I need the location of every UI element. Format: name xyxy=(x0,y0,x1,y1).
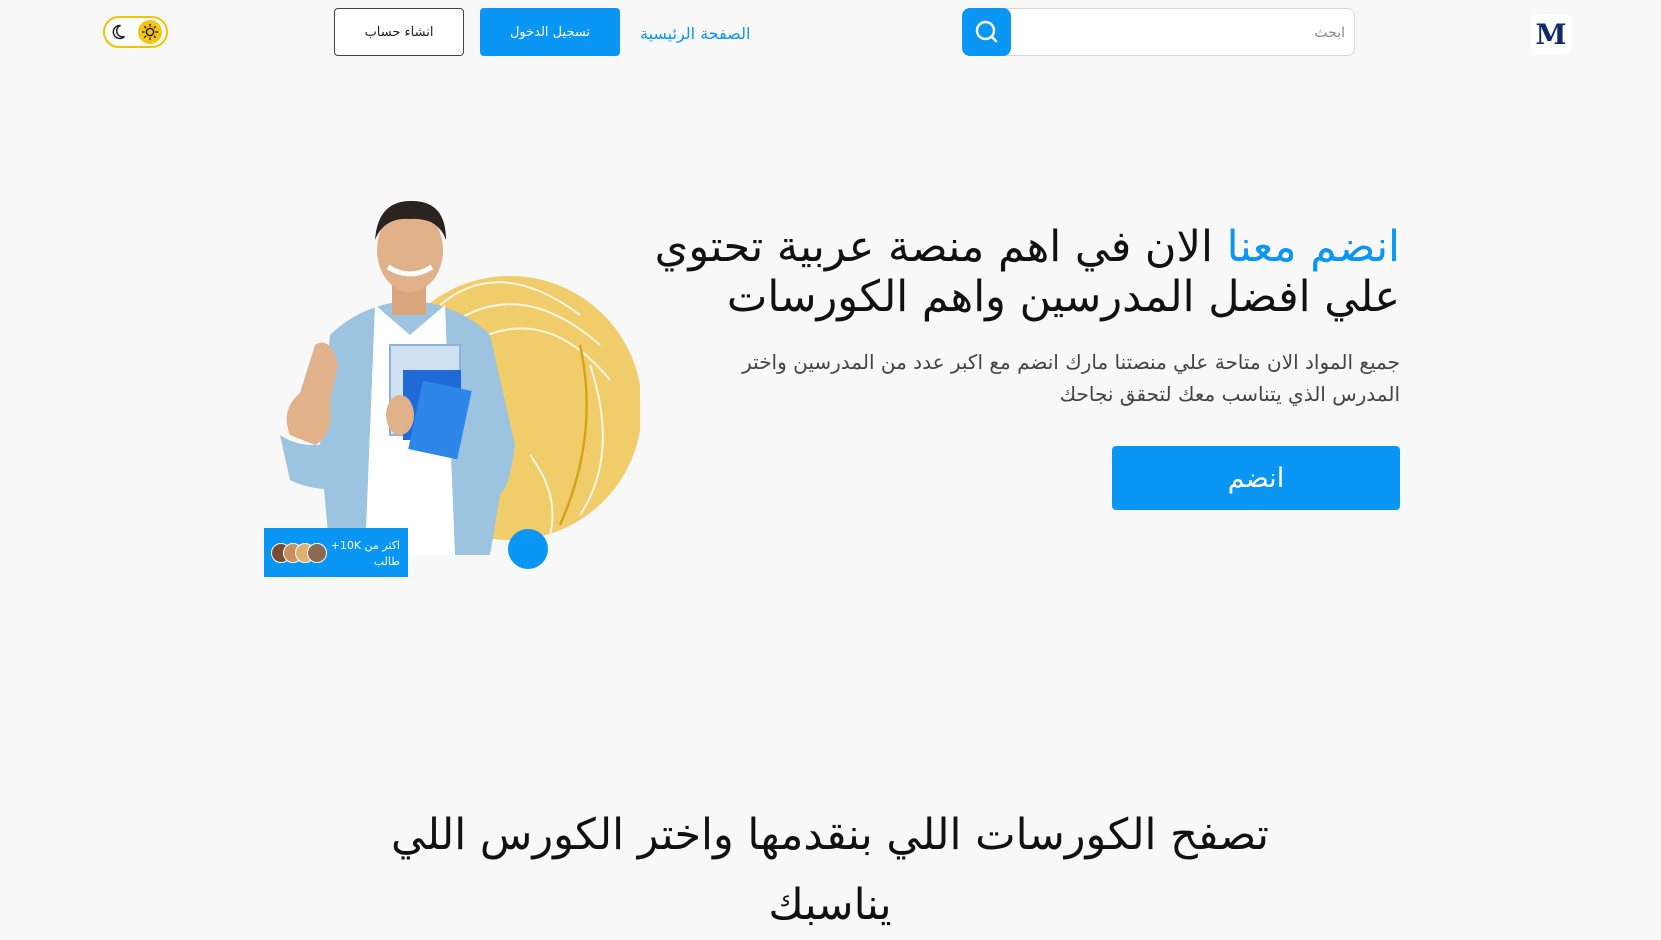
hero-title-accent: انضم معنا xyxy=(1226,222,1400,272)
site-logo[interactable]: M xyxy=(1531,14,1571,54)
students-count-line1: اكثر من 10K+ xyxy=(330,539,400,552)
signup-button[interactable]: انشاء حساب xyxy=(334,8,464,56)
student-avatars xyxy=(271,543,331,563)
join-button[interactable]: انضم xyxy=(1112,446,1400,510)
theme-toggle[interactable] xyxy=(103,16,168,48)
hero-title: انضم معنا الان في اهم منصة عربية تحتوي ع… xyxy=(600,222,1400,322)
students-count-line2: طالب xyxy=(373,555,400,568)
search-input[interactable] xyxy=(1023,9,1347,57)
moon-icon xyxy=(112,24,126,40)
search-icon xyxy=(975,20,997,43)
students-count-badge: اكثر من 10K+ طالب xyxy=(264,528,408,577)
search-button[interactable] xyxy=(962,8,1011,56)
avatar xyxy=(307,543,327,563)
hero-illustration xyxy=(280,200,640,569)
hero-description: جميع المواد الان متاحة علي منصتنا مارك ا… xyxy=(742,350,1400,406)
nav-home-link[interactable]: الصفحة الرئيسية xyxy=(640,24,750,43)
courses-section-title: تصفح الكورسات اللي بنقدمها واختر الكورس … xyxy=(391,810,1269,930)
search-bar xyxy=(962,8,1355,57)
login-button[interactable]: تسجيل الدخول xyxy=(480,8,620,56)
students-count-text: اكثر من 10K+ طالب xyxy=(331,538,400,570)
sun-icon xyxy=(138,20,162,44)
